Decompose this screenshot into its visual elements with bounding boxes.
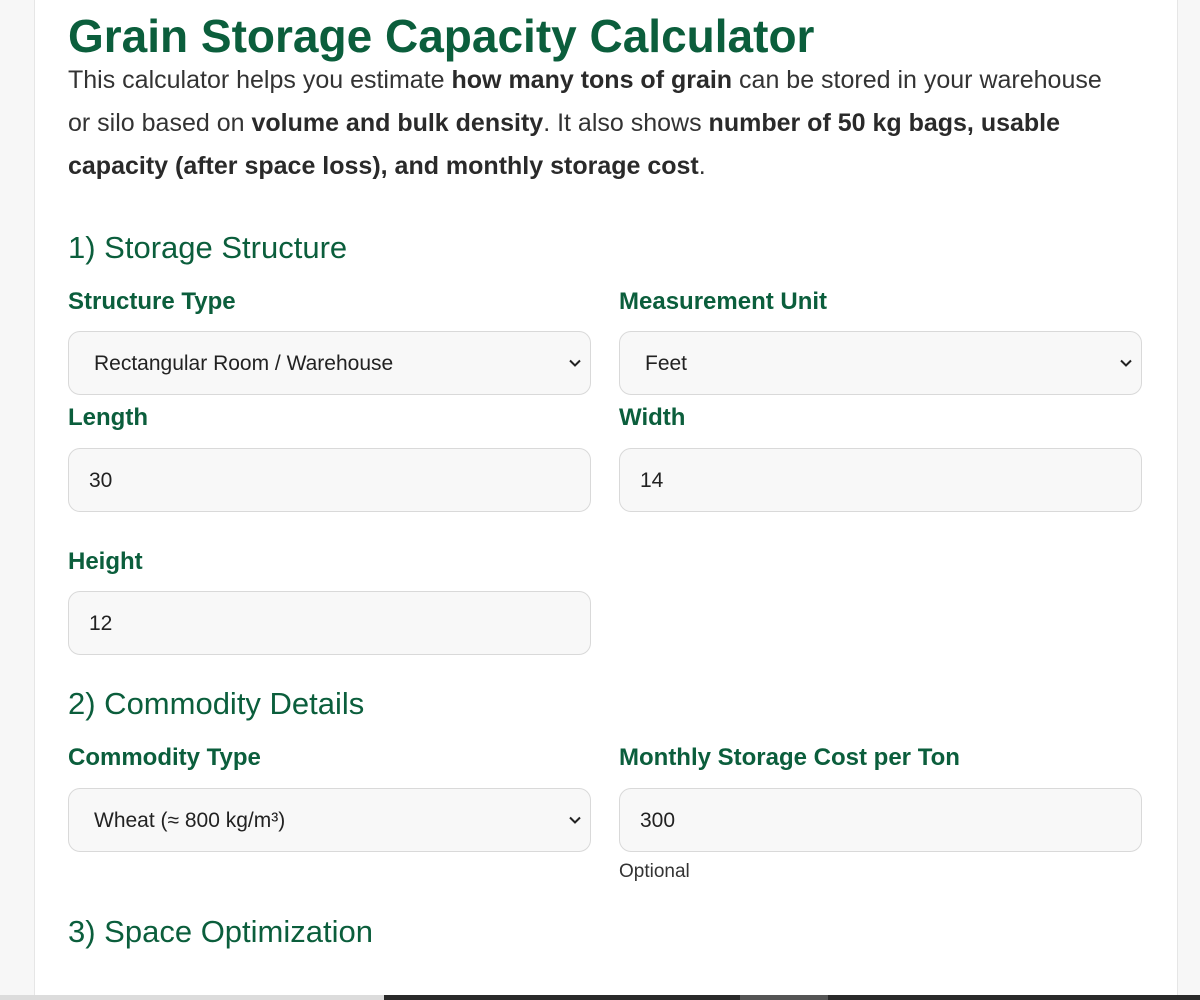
intro-paragraph: This calculator helps you estimate how m… [68,59,1128,188]
length-input[interactable]: 30 [68,448,591,512]
scrollbar-track-left [0,995,384,1000]
section-storage-structure-heading: 1) Storage Structure [68,230,348,265]
height-input[interactable]: 12 [68,591,591,655]
storage-cost-label: Monthly Storage Cost per Ton [619,744,960,771]
structure-type-select[interactable]: Rectangular Room / Warehouse [68,331,591,395]
intro-bold-2: volume and bulk density [251,109,544,137]
scrollbar-thumb[interactable] [740,995,828,1000]
page-title: Grain Storage Capacity Calculator [68,10,815,62]
calculator-card: Grain Storage Capacity Calculator This c… [34,0,1178,1000]
measurement-unit-select[interactable]: Feet [619,331,1142,395]
measurement-unit-value: Feet [645,352,688,375]
intro-text-1: This calculator helps you estimate [68,66,452,94]
intro-bold-1: how many tons of grain [451,66,733,94]
commodity-type-value: Wheat (≈ 800 kg/m³) [94,809,286,832]
scrollbar-segment-dark [384,995,740,1000]
structure-type-value: Rectangular Room / Warehouse [94,352,394,375]
height-value: 12 [89,612,113,635]
scrollbar-segment-dark-right [828,995,1200,1000]
height-label: Height [68,548,143,575]
chevron-down-icon [569,359,581,367]
storage-cost-value: 300 [640,809,676,832]
width-value: 14 [640,469,664,492]
chevron-down-icon [1120,359,1132,367]
storage-cost-input[interactable]: 300 [619,788,1142,852]
section-space-optimization-heading: 3) Space Optimization [68,914,373,949]
commodity-type-select[interactable]: Wheat (≈ 800 kg/m³) [68,788,591,852]
storage-cost-hint: Optional [619,861,690,882]
structure-type-label: Structure Type [68,288,236,315]
intro-text-4: . [698,152,706,180]
width-label: Width [619,404,686,431]
section-commodity-details-heading: 2) Commodity Details [68,686,365,721]
page: Grain Storage Capacity Calculator This c… [0,0,1200,1000]
length-label: Length [68,404,148,431]
width-input[interactable]: 14 [619,448,1142,512]
chevron-down-icon [569,816,581,824]
commodity-type-label: Commodity Type [68,744,261,771]
measurement-unit-label: Measurement Unit [619,288,828,315]
length-value: 30 [89,469,113,492]
intro-text-3: . It also shows [543,109,709,137]
